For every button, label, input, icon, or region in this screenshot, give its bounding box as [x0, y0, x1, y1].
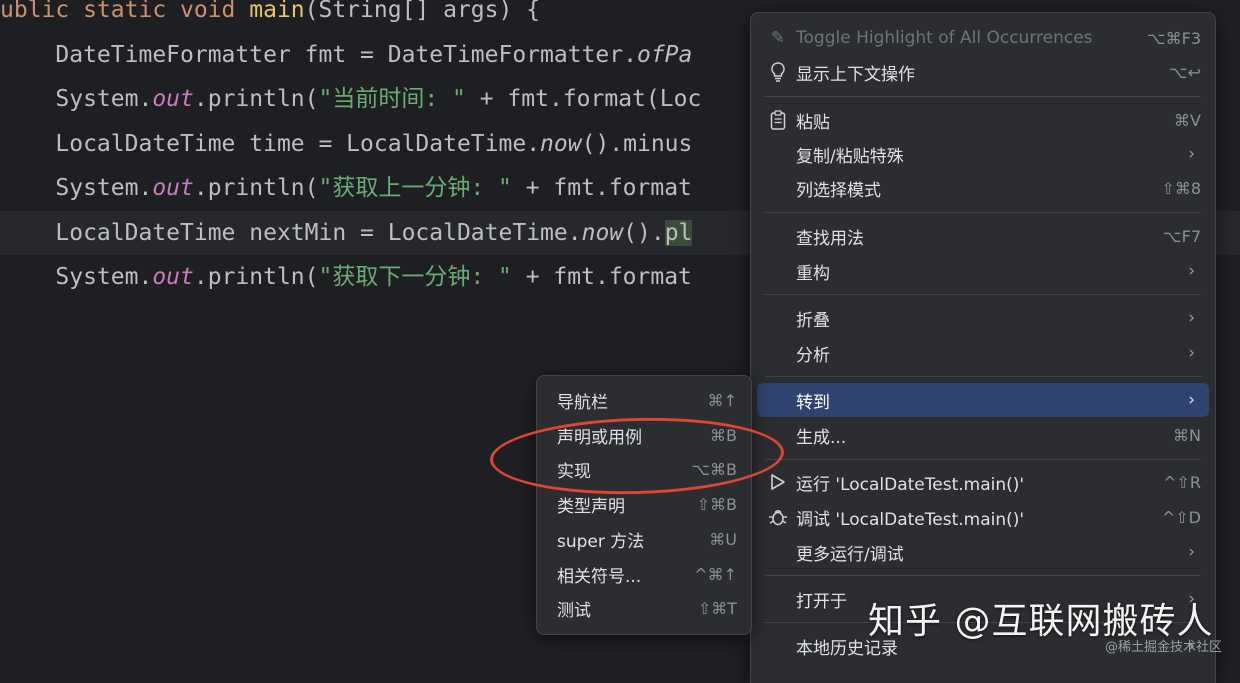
menu-item-label: 更多运行/调试 — [796, 544, 904, 565]
menu-item-show-context-actions[interactable]: 显示上下文操作 ⌥↩ — [757, 55, 1209, 89]
menu-item-label: super 方法 — [557, 531, 645, 552]
menu-item-label: 测试 — [557, 600, 591, 621]
menu-item-column-selection[interactable]: 列选择模式 ⇧⌘8 — [757, 171, 1209, 205]
menu-item-label: 重构 — [796, 263, 830, 284]
menu-item-label: 导航栏 — [557, 392, 608, 413]
watermark-juejin: @稀土掘金技术社区 — [1104, 640, 1222, 655]
shortcut: ⇧⌘B — [696, 494, 737, 514]
menu-item-analyze[interactable]: 分析 › — [757, 336, 1209, 370]
shortcut: ^⇧D — [1161, 507, 1201, 527]
menu-item-more-run-debug[interactable]: 更多运行/调试 › — [757, 535, 1209, 569]
shortcut: ⌥F7 — [1163, 226, 1201, 246]
menu-separator — [765, 96, 1201, 97]
code-token: (). — [623, 220, 665, 246]
code-token: out — [152, 264, 194, 290]
code-token: LocalDateTime time = LocalDateTime. — [0, 131, 541, 157]
menu-item-label: Toggle Highlight of All Occurrences — [796, 28, 1093, 48]
code-token: .println( — [193, 175, 319, 201]
code-token: ublic static void — [0, 0, 250, 23]
chevron-right-icon: › — [1188, 542, 1195, 562]
code-token: .println( — [193, 86, 319, 112]
chevron-right-icon: › — [1188, 343, 1195, 363]
menu-item-goto[interactable]: 转到 › — [757, 383, 1209, 417]
bug-icon — [767, 506, 789, 528]
menu-item-folding[interactable]: 折叠 › — [757, 301, 1209, 335]
submenu-item-navigation-bar[interactable]: 导航栏 ⌘↑ — [537, 383, 751, 417]
menu-item-label: 复制/粘贴特殊 — [796, 146, 904, 167]
menu-separator — [765, 376, 1201, 377]
code-token: ofPa — [636, 42, 693, 68]
menu-item-label: 相关符号... — [557, 566, 642, 587]
menu-separator — [765, 294, 1201, 295]
shortcut: ⌘↑ — [707, 390, 737, 410]
editor-context-menu: ✎ Toggle Highlight of All Occurrences ⌥⌘… — [750, 12, 1216, 683]
code-token: DateTimeFormatter fmt = DateTimeFormatte… — [0, 42, 637, 68]
lightbulb-icon — [767, 61, 789, 83]
submenu-item-test[interactable]: 测试 ⇧⌘T — [537, 591, 751, 625]
code-token: (String[] args) { — [304, 0, 541, 23]
menu-item-generate[interactable]: 生成... ⌘N — [757, 418, 1209, 452]
code-token: + fmt.format(Loc — [465, 86, 702, 112]
menu-item-label: 生成... — [796, 427, 847, 448]
code-token: System. — [0, 175, 153, 201]
shortcut: ⌘V — [1174, 110, 1201, 130]
code-token: .println( — [193, 264, 319, 290]
shortcut: ⇧⌘8 — [1161, 178, 1201, 198]
shortcut: ⌥↩ — [1169, 62, 1201, 82]
chevron-right-icon: › — [1188, 308, 1195, 328]
menu-separator — [765, 459, 1201, 460]
code-token: System. — [0, 264, 153, 290]
menu-item-debug[interactable]: 调试 'LocalDateTest.main()' ^⇧D — [757, 500, 1209, 534]
menu-item-label: 打开于 — [796, 591, 847, 612]
code-token: "获取上一分钟: " — [318, 175, 512, 201]
code-token: now — [581, 220, 624, 246]
menu-item-find-usages[interactable]: 查找用法 ⌥F7 — [757, 219, 1209, 253]
shortcut: ⇧⌘T — [697, 598, 737, 618]
menu-item-label: 列选择模式 — [796, 180, 881, 201]
play-icon — [767, 471, 789, 493]
shortcut: ⌥⌘F3 — [1147, 28, 1201, 48]
shortcut: ⌘N — [1173, 425, 1201, 445]
shortcut: ^⇧R — [1163, 472, 1201, 492]
code-token: LocalDateTime nextMin = LocalDateTime. — [0, 220, 582, 246]
goto-submenu: 导航栏 ⌘↑ 声明或用例 ⌘B 实现 ⌥⌘B 类型声明 ⇧⌘B super 方法… — [536, 375, 752, 635]
clipboard-icon — [767, 109, 789, 131]
menu-item-label: 折叠 — [796, 310, 830, 331]
code-token: + fmt.format — [511, 264, 692, 290]
menu-item-label: 调试 'LocalDateTest.main()' — [796, 509, 1025, 530]
menu-item-refactor[interactable]: 重构 › — [757, 254, 1209, 288]
code-token: out — [152, 175, 194, 201]
menu-item-label: 分析 — [796, 345, 830, 366]
menu-item-copy-paste-special[interactable]: 复制/粘贴特殊 › — [757, 137, 1209, 171]
code-token: "当前时间: " — [318, 86, 466, 112]
menu-item-run[interactable]: 运行 'LocalDateTest.main()' ^⇧R — [757, 465, 1209, 499]
menu-item-label: 查找用法 — [796, 228, 864, 249]
submenu-item-related-symbol[interactable]: 相关符号... ^⌘↑ — [537, 557, 751, 591]
menu-item-label: 类型声明 — [557, 496, 625, 517]
menu-item-label: 转到 — [796, 392, 830, 413]
menu-item-label: 粘贴 — [796, 112, 830, 133]
chevron-right-icon: › — [1188, 390, 1195, 410]
code-token: now — [540, 131, 582, 157]
shortcut: ⌘U — [709, 529, 737, 549]
code-token: pl — [664, 220, 693, 246]
code-token: main — [249, 0, 305, 23]
shortcut: ^⌘↑ — [694, 564, 737, 584]
menu-item-label: 显示上下文操作 — [796, 64, 915, 85]
chevron-right-icon: › — [1188, 261, 1195, 281]
code-token: out — [152, 86, 194, 112]
submenu-item-super-method[interactable]: super 方法 ⌘U — [537, 522, 751, 556]
menu-separator — [765, 212, 1201, 213]
menu-item-toggle-highlight: ✎ Toggle Highlight of All Occurrences ⌥⌘… — [757, 21, 1209, 55]
chevron-right-icon: › — [1188, 144, 1195, 164]
code-token: "获取下一分钟: " — [318, 264, 512, 290]
code-token: ().minus — [581, 131, 693, 157]
menu-item-paste[interactable]: 粘贴 ⌘V — [757, 103, 1209, 137]
code-token: + fmt.format — [511, 175, 692, 201]
pencil-icon: ✎ — [770, 28, 786, 48]
code-token: System. — [0, 86, 153, 112]
menu-item-label: 运行 'LocalDateTest.main()' — [796, 474, 1025, 495]
menu-separator — [765, 575, 1201, 576]
